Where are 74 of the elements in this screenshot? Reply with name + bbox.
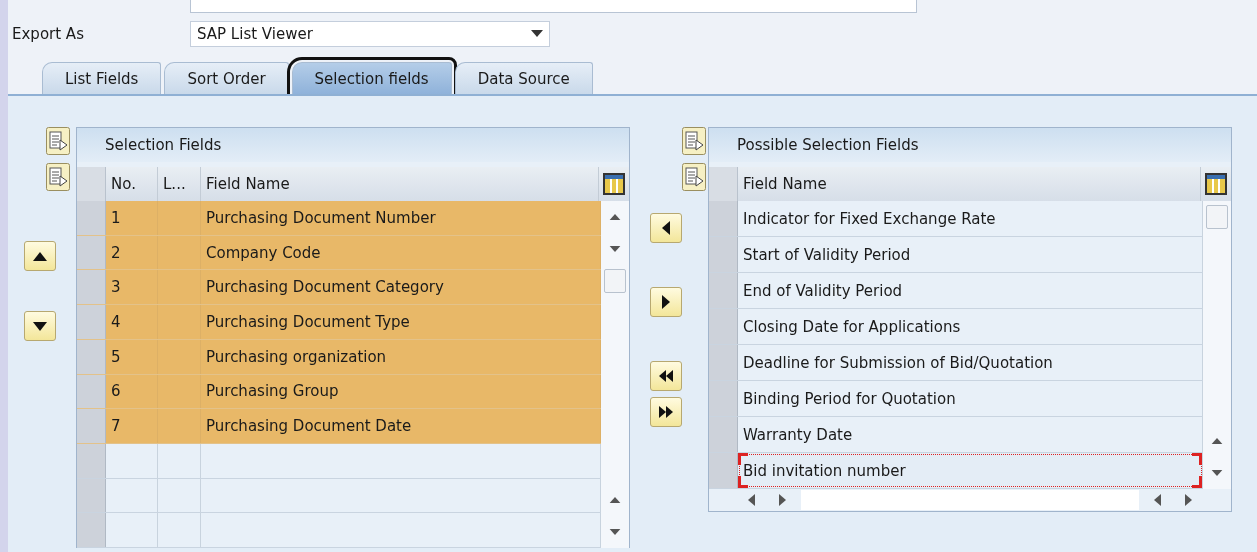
tab[interactable]: List Fields [42,62,162,94]
caret-icon [531,30,543,38]
table-cell: 7 [106,409,158,443]
scroll-down-icon[interactable] [1211,469,1223,477]
row-selector[interactable] [77,478,106,513]
move-up-button[interactable] [24,241,56,271]
row-selector[interactable] [77,305,106,339]
column-header[interactable]: Field Name [738,167,1201,201]
table-cell [158,305,201,339]
table-cell: 3 [106,270,158,305]
row-selector[interactable] [77,339,106,374]
table-cell: 5 [106,339,158,374]
row-selector[interactable] [77,513,106,548]
table-cell: Purchasing Document Type [201,305,601,339]
scroll-thumb[interactable] [1206,205,1228,229]
table-cell [158,201,201,235]
scroll-thumb[interactable] [604,269,626,293]
column-settings-icon[interactable] [1205,173,1227,195]
remove-button[interactable] [650,287,682,317]
table-cell: Purchasing Document Number [201,201,601,235]
table-title: Selection Fields [77,128,629,162]
table-cell: Bid invitation number [738,453,1203,488]
select-all-corner[interactable] [77,167,106,201]
table-cell [158,235,201,270]
row-selector[interactable] [709,237,738,272]
input-field[interactable] [190,0,917,13]
row-selector[interactable] [77,374,106,409]
row-selector[interactable] [709,273,738,308]
table-cell: Purchasing Group [201,374,601,409]
scroll-right-icon[interactable] [779,494,787,506]
table-cell: Purchasing Document Category [201,270,601,305]
table-cell: 6 [106,374,158,409]
move-down-button[interactable] [24,311,56,341]
table-cell: 2 [106,235,158,270]
double-triangle-left-icon [659,369,673,383]
row-selector[interactable] [77,409,106,443]
tab[interactable]: Sort Order [164,62,289,94]
row-selector[interactable] [77,235,106,270]
row-selector[interactable] [77,443,106,478]
row-selector[interactable] [77,270,106,305]
table-cell [158,374,201,409]
scroll-left-icon[interactable] [1153,494,1161,506]
add-button[interactable] [650,213,682,243]
scroll-left-icon[interactable] [747,494,755,506]
row-selector[interactable] [709,309,738,344]
row-selector[interactable] [709,345,738,380]
export-dropdown[interactable]: SAP List Viewer [190,21,550,47]
row-selector[interactable] [709,381,738,416]
add-all-button[interactable] [650,361,682,391]
table-cell: Purchasing Document Date [201,409,601,443]
double-triangle-right-icon [659,405,673,419]
row-selector[interactable] [77,201,106,235]
scroll-right-icon[interactable] [1185,494,1193,506]
scroll-up-icon[interactable] [609,496,621,504]
scroll-down-icon[interactable] [609,528,621,536]
row-selector[interactable] [709,201,738,236]
table-title: Possible Selection Fields [709,128,1231,162]
table-cell: Purchasing organization [201,339,601,374]
scroll-up-icon[interactable] [609,213,621,221]
tab[interactable]: Data Source [454,62,593,94]
field-label: Export As [11,25,85,43]
table-cell: 1 [106,201,158,235]
column-settings-icon[interactable] [603,173,625,195]
row-selector[interactable] [709,417,738,452]
table-cell [158,339,201,374]
table-cell [158,409,201,443]
table-cell: 4 [106,305,158,339]
remove-all-button[interactable] [650,397,682,427]
table-cell: Company Code [201,235,601,270]
scroll-up-icon[interactable] [1211,437,1223,445]
scroll-down-icon[interactable] [609,245,621,253]
row-selector[interactable] [709,453,738,488]
triangle-down-icon [33,319,47,333]
table-cell [158,270,201,305]
